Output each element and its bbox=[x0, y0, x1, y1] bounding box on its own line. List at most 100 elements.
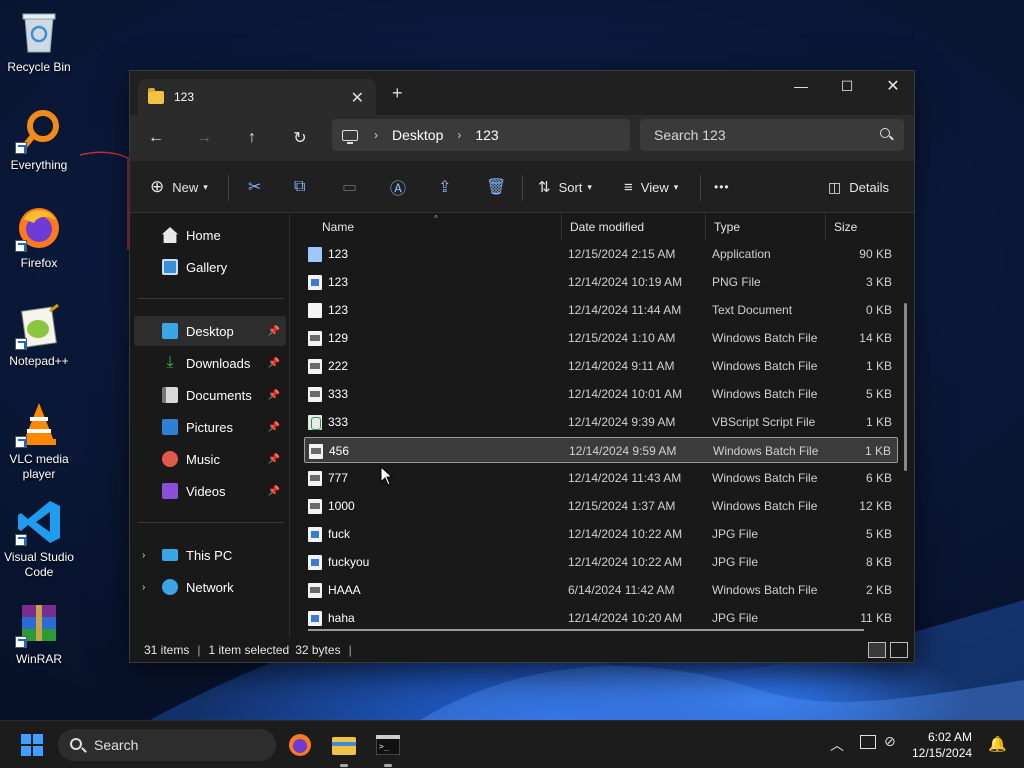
paste-button[interactable]: ▭ bbox=[342, 161, 357, 213]
search-input[interactable]: Search 123 bbox=[640, 119, 904, 151]
share-button[interactable]: ⇪ bbox=[438, 161, 451, 213]
large-icons-view-icon[interactable] bbox=[890, 642, 908, 658]
nav-item-music[interactable]: Music 📌 bbox=[134, 444, 286, 474]
file-img-icon bbox=[308, 526, 322, 542]
nav-divider bbox=[138, 298, 284, 299]
pin-icon[interactable]: 📌 bbox=[268, 358, 280, 369]
file-row[interactable]: 222 12/14/2024 9:11 AM Windows Batch File 1… bbox=[304, 353, 898, 379]
file-row[interactable]: 123 12/15/2024 2:15 AM Application 90 KB bbox=[304, 241, 898, 267]
forward-button[interactable]: → bbox=[190, 125, 218, 151]
column-header-name[interactable]: Name bbox=[314, 214, 562, 240]
nav-item-videos[interactable]: Videos 📌 bbox=[134, 476, 286, 506]
desktop-icon-everything[interactable]: Everything bbox=[0, 106, 78, 173]
pin-icon[interactable]: 📌 bbox=[268, 390, 280, 401]
file-name-cell: HAAA bbox=[308, 577, 361, 603]
new-tab-button[interactable]: + bbox=[392, 83, 403, 104]
desktop-icon-recycle-bin[interactable]: Recycle Bin bbox=[0, 8, 78, 75]
details-button[interactable]: ◫ Details bbox=[828, 161, 889, 213]
tab-close-icon[interactable]: ✕ bbox=[351, 88, 364, 108]
file-app-icon bbox=[308, 246, 322, 262]
taskbar-firefox[interactable] bbox=[280, 729, 320, 761]
nav-item-desktop[interactable]: Desktop 📌 bbox=[134, 316, 286, 346]
file-row[interactable]: 456 12/14/2024 9:59 AM Windows Batch File 1… bbox=[304, 437, 898, 463]
file-explorer-icon bbox=[332, 737, 356, 755]
chevron-down-icon: ▾ bbox=[673, 181, 679, 192]
nav-item-pictures[interactable]: Pictures 📌 bbox=[134, 412, 286, 442]
system-clock[interactable]: 6:02 AM 12/15/2024 bbox=[912, 729, 972, 761]
maximize-button[interactable]: ☐ bbox=[824, 71, 870, 101]
file-bat-icon bbox=[308, 386, 322, 402]
this-pc-icon bbox=[342, 129, 358, 144]
horizontal-scrollbar[interactable] bbox=[308, 629, 864, 631]
file-row[interactable]: haha 12/14/2024 10:20 AM JPG File 11 KB bbox=[304, 605, 898, 631]
sort-button[interactable]: ⇅ Sort ▾ bbox=[538, 161, 592, 213]
file-row[interactable]: 333 12/14/2024 9:39 AM VBScript Script Fil… bbox=[304, 409, 898, 435]
file-row[interactable]: 123 12/14/2024 11:44 AM Text Document 0 KB bbox=[304, 297, 898, 323]
desktop-icon-vscode[interactable]: Visual Studio Code bbox=[0, 498, 78, 580]
nav-item-gallery[interactable]: Gallery bbox=[134, 252, 286, 282]
chevron-right-icon[interactable]: › bbox=[142, 550, 145, 561]
start-button[interactable] bbox=[12, 729, 52, 761]
delete-button[interactable]: 🗑 bbox=[486, 161, 506, 213]
copy-button[interactable]: ⧉ bbox=[294, 161, 305, 213]
file-name: haha bbox=[328, 611, 355, 625]
breadcrumb-desktop[interactable]: Desktop bbox=[392, 127, 443, 143]
chevron-right-icon[interactable]: › bbox=[142, 582, 145, 593]
column-header-date[interactable]: Date modified bbox=[562, 214, 706, 240]
nav-item-downloads[interactable]: ⤓ Downloads 📌 bbox=[134, 348, 286, 378]
nav-item-documents[interactable]: Documents 📌 bbox=[134, 380, 286, 410]
notification-bell-icon[interactable]: 🔔 bbox=[988, 735, 1007, 753]
nav-item-home[interactable]: Home bbox=[134, 220, 286, 250]
close-window-button[interactable]: ✕ bbox=[870, 71, 916, 101]
rename-button[interactable]: Ⓐ bbox=[390, 161, 406, 213]
nav-item-this-pc[interactable]: › This PC bbox=[134, 540, 286, 570]
minimize-button[interactable]: — bbox=[778, 71, 824, 101]
status-divider: | bbox=[348, 643, 352, 657]
desktop-icon-winrar[interactable]: WinRAR bbox=[0, 600, 78, 667]
pin-icon[interactable]: 📌 bbox=[268, 422, 280, 433]
file-name: 333 bbox=[328, 415, 349, 429]
file-explorer-window: 123 ✕ + — ☐ ✕ ← → ↑ ↻ › Desktop › 123 Se… bbox=[129, 70, 915, 663]
search-icon bbox=[880, 128, 890, 138]
more-options-button[interactable]: ••• bbox=[714, 161, 730, 213]
view-button[interactable]: ≡ View ▾ bbox=[624, 161, 678, 213]
file-date-cell: 12/14/2024 10:20 AM bbox=[568, 611, 683, 625]
file-size-cell: 1 KB bbox=[864, 444, 891, 458]
pin-icon[interactable]: 📌 bbox=[268, 454, 280, 465]
vertical-scrollbar[interactable] bbox=[904, 303, 907, 471]
network-status-icon[interactable]: ⊘ bbox=[884, 733, 896, 750]
column-header-size[interactable]: Size bbox=[826, 214, 914, 240]
up-button[interactable]: ↑ bbox=[238, 125, 266, 151]
file-row[interactable]: 129 12/15/2024 1:10 AM Windows Batch File 1… bbox=[304, 325, 898, 351]
refresh-button[interactable]: ↻ bbox=[286, 125, 314, 151]
sort-label: Sort bbox=[558, 179, 583, 195]
chevron-up-icon[interactable]: ︿ bbox=[830, 735, 844, 755]
column-header-type[interactable]: Type bbox=[706, 214, 826, 240]
taskbar-search[interactable]: Search bbox=[58, 729, 276, 761]
desktop-icon-notepadpp[interactable]: Notepad++ bbox=[0, 302, 78, 369]
details-view-icon[interactable] bbox=[868, 642, 886, 658]
active-app-indicator bbox=[384, 764, 392, 767]
nav-item-network[interactable]: › Network bbox=[134, 572, 286, 602]
file-row[interactable]: 1000 12/15/2024 1:37 AM Windows Batch File… bbox=[304, 493, 898, 519]
file-row[interactable]: 333 12/14/2024 10:01 AM Windows Batch File… bbox=[304, 381, 898, 407]
cut-button[interactable]: ✂ bbox=[248, 161, 261, 213]
file-row[interactable]: 123 12/14/2024 10:19 AM PNG File 3 KB bbox=[304, 269, 898, 295]
desktop-icon-firefox[interactable]: Firefox bbox=[0, 204, 78, 271]
desktop-icon-vlc[interactable]: VLC media player bbox=[0, 400, 78, 482]
back-button[interactable]: ← bbox=[142, 125, 170, 151]
new-button[interactable]: ⊕ New ▾ bbox=[150, 161, 208, 213]
pin-icon[interactable]: 📌 bbox=[268, 326, 280, 337]
tab-123[interactable]: 123 ✕ bbox=[138, 79, 376, 115]
address-bar[interactable]: › Desktop › 123 bbox=[332, 119, 630, 151]
display-icon[interactable] bbox=[860, 735, 876, 749]
file-row[interactable]: fuckyou 12/14/2024 10:22 AM JPG File 8 KB bbox=[304, 549, 898, 575]
taskbar-file-explorer[interactable] bbox=[324, 729, 364, 767]
taskbar-terminal[interactable]: >_ bbox=[368, 729, 408, 767]
file-row[interactable]: fuck 12/14/2024 10:22 AM JPG File 5 KB bbox=[304, 521, 898, 547]
file-row[interactable]: HAAA 6/14/2024 11:42 AM Windows Batch File… bbox=[304, 577, 898, 603]
file-name: 129 bbox=[328, 331, 349, 345]
chevron-right-icon: › bbox=[457, 128, 462, 142]
pin-icon[interactable]: 📌 bbox=[268, 486, 280, 497]
breadcrumb-123[interactable]: 123 bbox=[475, 127, 498, 143]
